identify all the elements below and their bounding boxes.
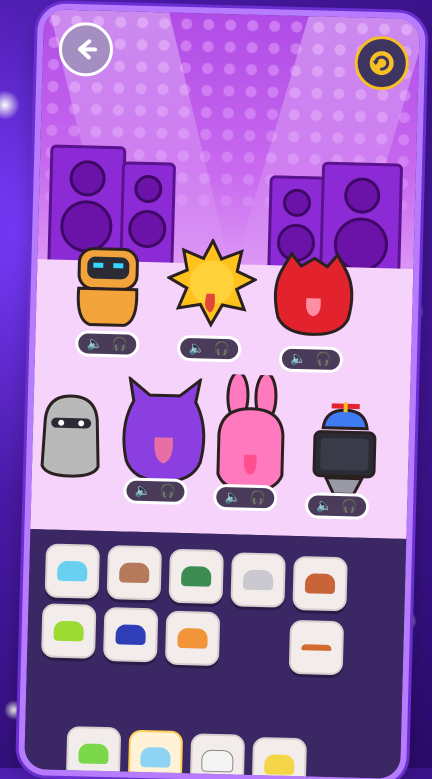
headphones-icon[interactable]: 🎧 xyxy=(213,341,230,356)
speaker-icon[interactable]: 🔈 xyxy=(135,483,152,498)
headphones-icon[interactable]: 🎧 xyxy=(111,337,128,352)
sound-control-red-monster[interactable]: 🔈 🎧 xyxy=(278,345,344,374)
headphones-icon[interactable]: 🎧 xyxy=(341,499,358,514)
sound-control-sun[interactable]: 🔈 🎧 xyxy=(176,334,242,363)
accessory-orange-headphones[interactable] xyxy=(164,610,221,667)
speaker-icon[interactable]: 🔈 xyxy=(86,336,103,351)
character-grey-blob[interactable] xyxy=(34,389,108,485)
accessory-white-cat-ears[interactable] xyxy=(189,733,246,779)
speaker-icon[interactable]: 🔈 xyxy=(225,490,242,505)
sparkle xyxy=(0,90,20,120)
sparkle xyxy=(4,700,24,720)
stage-background: 🔈 🎧 🔈 🎧 🔈 🎧 🔈 🎧 🔈 🎧 🔈 🎧 xyxy=(30,9,420,539)
accessory-green-slime[interactable] xyxy=(65,726,122,779)
speaker-icon[interactable]: 🔈 xyxy=(188,341,205,356)
headphones-icon[interactable]: 🎧 xyxy=(315,352,332,367)
refresh-icon xyxy=(369,51,394,76)
speaker-icon[interactable]: 🔈 xyxy=(290,351,307,366)
character-red-monster[interactable] xyxy=(267,247,359,343)
accessory-brown-cowboy-hat[interactable] xyxy=(106,545,162,601)
accessory-grey-cat-ears[interactable] xyxy=(230,552,286,608)
accessory-green-plant-hat[interactable] xyxy=(168,548,224,605)
accessory-brown-round-hat[interactable] xyxy=(292,555,348,612)
headphones-icon[interactable]: 🎧 xyxy=(250,490,267,505)
headphones-icon[interactable]: 🎧 xyxy=(160,484,177,499)
sound-control-purple-demon[interactable]: 🔈 🎧 xyxy=(123,477,188,506)
character-orange-robot[interactable] xyxy=(72,240,144,336)
accessory-blue-cloud-hat[interactable] xyxy=(44,543,101,599)
sound-control-orange-robot[interactable]: 🔈 🎧 xyxy=(74,330,140,358)
game-screen: 🔈 🎧 🔈 🎧 🔈 🎧 🔈 🎧 🔈 🎧 🔈 🎧 xyxy=(24,9,420,779)
character-sun[interactable] xyxy=(165,237,259,334)
accessory-panel xyxy=(24,529,407,779)
speaker-icon[interactable]: 🔈 xyxy=(316,498,333,513)
character-pink-bunny[interactable] xyxy=(209,370,292,500)
accessory-navy-cap[interactable] xyxy=(102,606,159,663)
character-tv-head-propeller[interactable] xyxy=(303,401,386,502)
sound-control-tv-head[interactable]: 🔈 🎧 xyxy=(304,492,370,520)
accessory-green-spiky-hair[interactable] xyxy=(41,603,97,659)
accessory-yellow-antenna-hat[interactable] xyxy=(251,736,308,779)
character-purple-demon[interactable] xyxy=(117,374,210,492)
accessory-antenna-headband[interactable] xyxy=(288,619,345,676)
arrow-left-icon xyxy=(77,39,97,60)
sound-control-pink-bunny[interactable]: 🔈 🎧 xyxy=(212,483,278,512)
accessory-ufo-hat[interactable] xyxy=(127,729,184,779)
